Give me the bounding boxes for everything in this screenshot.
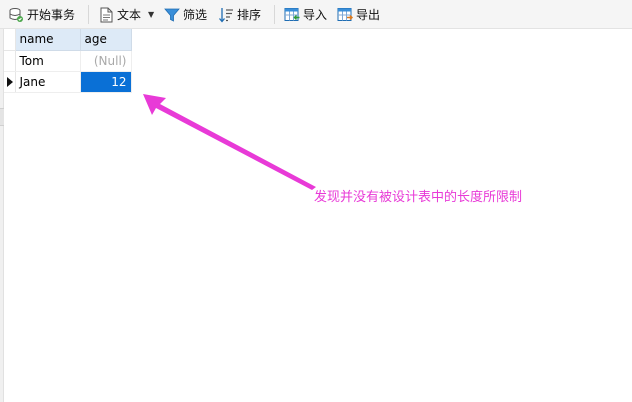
annotation-arrow-shape — [143, 94, 316, 190]
annotation-text: 发现并没有被设计表中的长度所限制 — [314, 190, 523, 205]
